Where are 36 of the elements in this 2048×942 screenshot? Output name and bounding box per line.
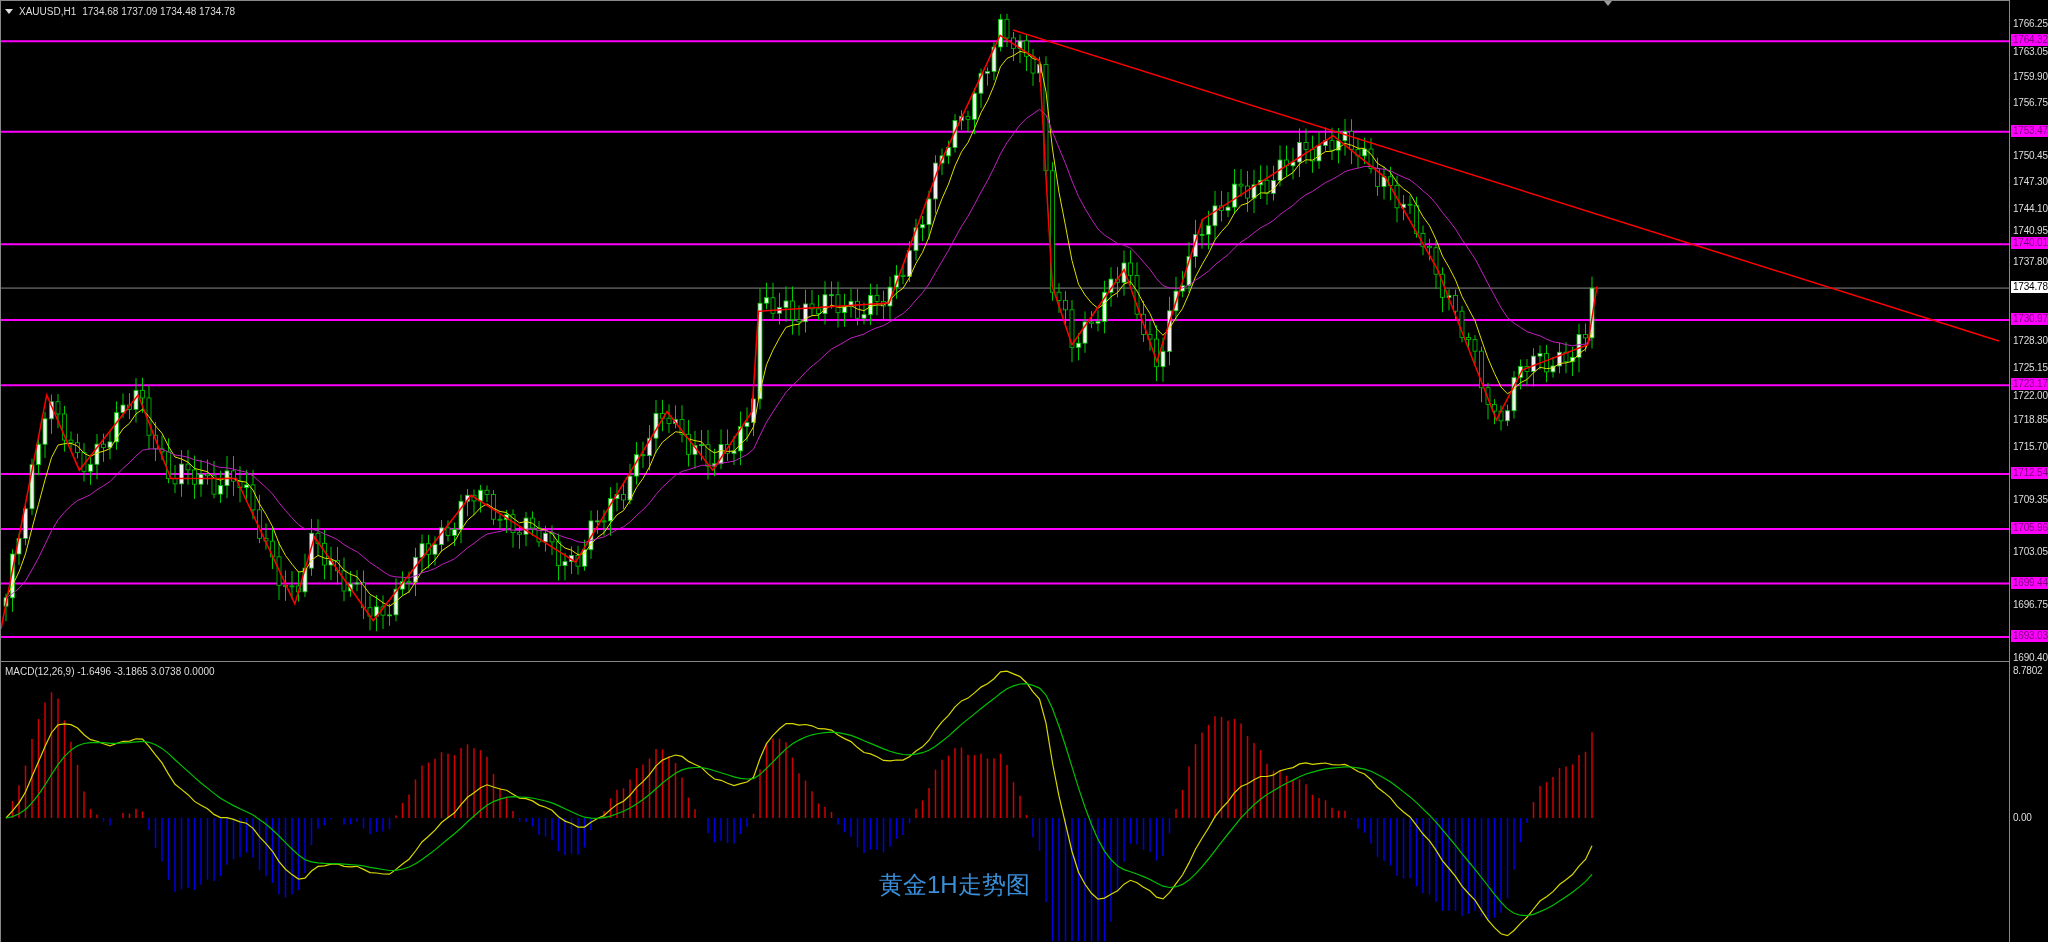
macd-axis-label: 0.00 [2013,812,2032,824]
price-axis-label: 1766.25 [2013,18,2048,30]
current-price-label: 1734.78 [2011,281,2048,294]
price-axis-label: 1709.35 [2013,493,2048,506]
chart-caption: 黄金1H走势图 [879,870,1030,900]
price-level-label: 1699.44 [2011,576,2048,589]
price-axis-label: 1750.45 [2013,150,2048,163]
macd-title: MACD(12,26,9) -1.6496 -3.1865 3.0738 0.0000 [5,666,215,677]
price-axis-label: 1763.05 [2013,46,2048,59]
price-level-label: 1693.03 [2011,630,2048,643]
price-axis-label: 1725.15 [2013,361,2048,374]
price-axis-label: 1696.75 [2013,599,2048,611]
price-axis-label: 1690.40 [2013,652,2048,665]
price-axis-label: 1747.30 [2013,176,2048,189]
price-level-label: 1705.96 [2011,522,2048,534]
dropdown-triangle-icon[interactable] [5,9,13,14]
chart-shift-icon[interactable] [1604,1,1612,6]
macd-axis-label: 8.7802 [2013,665,2043,677]
price-axis-label: 1718.85 [2013,414,2048,427]
price-axis-label: 1759.90 [2013,71,2048,84]
price-level-label: 1730.97 [2011,312,2048,325]
price-axis-label: 1715.70 [2013,440,2048,453]
price-axis-label: 1756.75 [2013,97,2048,110]
price-axis-label: 1744.10 [2013,203,2048,216]
price-level-label: 1723.17 [2011,378,2048,391]
price-axis-label: 1728.30 [2013,335,2048,348]
price-axis-label: 1740.95 [2013,225,2048,238]
price-axis-label: 1722.00 [2013,390,2048,403]
price-axis-label: 1703.05 [2013,546,2048,559]
price-level-label: 1712.54 [2011,467,2048,479]
price-level-label: 1764.32 [2011,34,2048,47]
price-axis-label: 1737.80 [2013,255,2048,268]
symbol-label: XAUUSD,H1 [19,6,77,17]
ohlc-values: 1734.68 1737.09 1734.48 1734.78 [82,6,236,17]
price-level-label: 1753.47 [2011,124,2048,137]
price-level-label: 1740.01 [2011,237,2048,250]
